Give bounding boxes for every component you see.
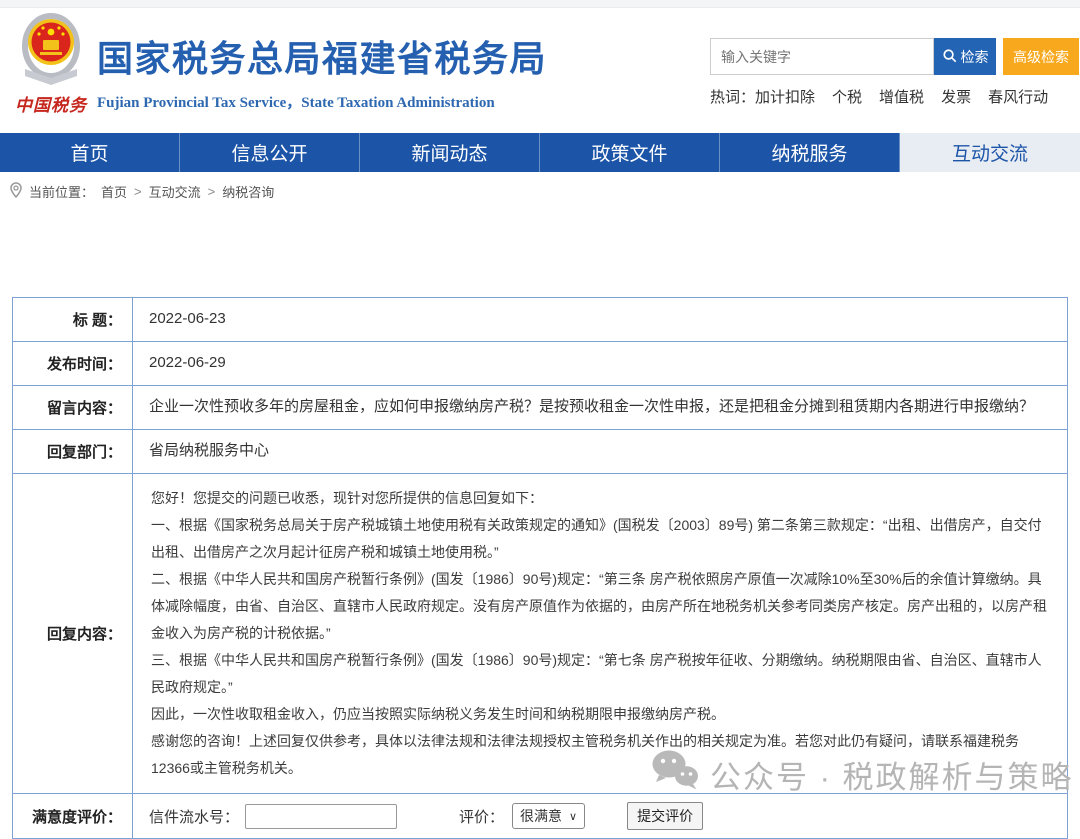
site-title: 国家税务总局福建省税务局 (97, 30, 547, 82)
site-header: 中国税务 国家税务总局福建省税务局 Fujian Provincial Tax … (0, 8, 1080, 133)
breadcrumb-interaction[interactable]: 互动交流 (149, 182, 201, 201)
national-emblem-icon (20, 75, 82, 92)
serial-number-label: 信件流水号： (149, 806, 239, 827)
reply-paragraph: 一、根据《国家税务总局关于房产税城镇土地使用税有关政策规定的通知》(国税发〔20… (151, 512, 1051, 566)
top-strip (0, 0, 1080, 8)
satisfaction-form: 信件流水号： 评价： 很满意 ∨ 提交评价 (133, 794, 1067, 838)
row-label: 回复内容： (13, 474, 133, 793)
breadcrumb-separator: > (208, 184, 216, 199)
hot-word-link[interactable]: 增值税 (879, 86, 924, 107)
search-button-label: 检索 (961, 47, 989, 67)
hot-word-link[interactable]: 发票 (941, 86, 971, 107)
consultation-detail-table: 标 题： 2022-06-23 发布时间： 2022-06-29 留言内容： 企… (12, 297, 1068, 839)
logo-caption: 中国税务 (6, 91, 96, 116)
table-row-message: 留言内容： 企业一次性预收多年的房屋租金，应如何申报缴纳房产税？是按预收租金一次… (13, 386, 1067, 430)
nav-tab-interaction[interactable]: 互动交流 (900, 133, 1080, 172)
breadcrumb-tax-consult[interactable]: 纳税咨询 (222, 182, 274, 201)
row-value-message: 企业一次性预收多年的房屋租金，应如何申报缴纳房产税？是按预收租金一次性申报，还是… (133, 386, 1067, 429)
search-area: 检索 高级检索 热词： 加计扣除 个税 增值税 发票 春风行动 (710, 38, 1080, 107)
search-button[interactable]: 检索 (934, 38, 996, 75)
row-label: 满意度评价： (13, 794, 133, 838)
hot-words-row: 热词： 加计扣除 个税 增值税 发票 春风行动 (710, 86, 1080, 107)
breadcrumb-separator: > (134, 184, 142, 199)
nav-tab-policy[interactable]: 政策文件 (540, 133, 720, 172)
nav-tab-news[interactable]: 新闻动态 (360, 133, 540, 172)
hot-word-link[interactable]: 个税 (832, 86, 862, 107)
row-value-title: 2022-06-23 (133, 298, 1067, 341)
rating-selected-value: 很满意 (520, 806, 562, 826)
main-nav: 首页 信息公开 新闻动态 政策文件 纳税服务 互动交流 (0, 133, 1080, 172)
location-pin-icon (10, 182, 22, 201)
nav-tab-info-disclosure[interactable]: 信息公开 (180, 133, 360, 172)
reply-content: 您好！您提交的问题已收悉，现针对您所提供的信息回复如下： 一、根据《国家税务总局… (133, 474, 1067, 793)
row-label: 发布时间： (13, 342, 133, 385)
row-label: 留言内容： (13, 386, 133, 429)
table-row-publish-date: 发布时间： 2022-06-29 (13, 342, 1067, 386)
row-value-reply-department: 省局纳税服务中心 (133, 430, 1067, 473)
submit-rating-button[interactable]: 提交评价 (627, 802, 703, 830)
nav-tab-tax-service[interactable]: 纳税服务 (720, 133, 900, 172)
hot-word-link[interactable]: 加计扣除 (755, 86, 815, 107)
row-label: 标 题： (13, 298, 133, 341)
hot-word-link[interactable]: 春风行动 (988, 86, 1048, 107)
advanced-search-button[interactable]: 高级检索 (1003, 38, 1079, 75)
site-titles: 国家税务总局福建省税务局 Fujian Provincial Tax Servi… (97, 30, 547, 112)
table-row-reply-department: 回复部门： 省局纳税服务中心 (13, 430, 1067, 474)
breadcrumb-home[interactable]: 首页 (101, 182, 127, 201)
breadcrumb: 当前位置： 首页 > 互动交流 > 纳税咨询 (0, 172, 1080, 210)
reply-paragraph: 因此，一次性收取租金收入，仍应当按照实际纳税义务发生时间和纳税期限申报缴纳房产税… (151, 701, 1051, 728)
rating-label: 评价： (459, 806, 504, 827)
serial-number-input[interactable] (245, 804, 397, 829)
breadcrumb-prefix: 当前位置： (29, 182, 94, 201)
search-input[interactable] (710, 38, 934, 75)
row-value-publish-date: 2022-06-29 (133, 342, 1067, 385)
reply-paragraph: 感谢您的咨询！上述回复仅供参考，具体以法律法规和法律法规授权主管税务机关作出的相… (151, 728, 1051, 782)
site-subtitle-english: Fujian Provincial Tax Service，State Taxa… (97, 91, 547, 112)
nav-tab-home[interactable]: 首页 (0, 133, 180, 172)
reply-paragraph: 三、根据《中华人民共和国房产税暂行条例》(国发〔1986〕90号)规定：“第七条… (151, 647, 1051, 701)
search-icon (942, 48, 957, 66)
reply-paragraph: 二、根据《中华人民共和国房产税暂行条例》(国发〔1986〕90号)规定：“第三条… (151, 566, 1051, 647)
rating-select[interactable]: 很满意 ∨ (512, 803, 585, 829)
table-row-title: 标 题： 2022-06-23 (13, 298, 1067, 342)
reply-paragraph: 您好！您提交的问题已收悉，现针对您所提供的信息回复如下： (151, 485, 1051, 512)
table-row-satisfaction: 满意度评价： 信件流水号： 评价： 很满意 ∨ 提交评价 (13, 794, 1067, 838)
row-label: 回复部门： (13, 430, 133, 473)
site-logo[interactable]: 中国税务 (6, 12, 96, 116)
hot-words-label: 热词： (710, 86, 755, 107)
table-row-reply-content: 回复内容： 您好！您提交的问题已收悉，现针对您所提供的信息回复如下： 一、根据《… (13, 474, 1067, 794)
